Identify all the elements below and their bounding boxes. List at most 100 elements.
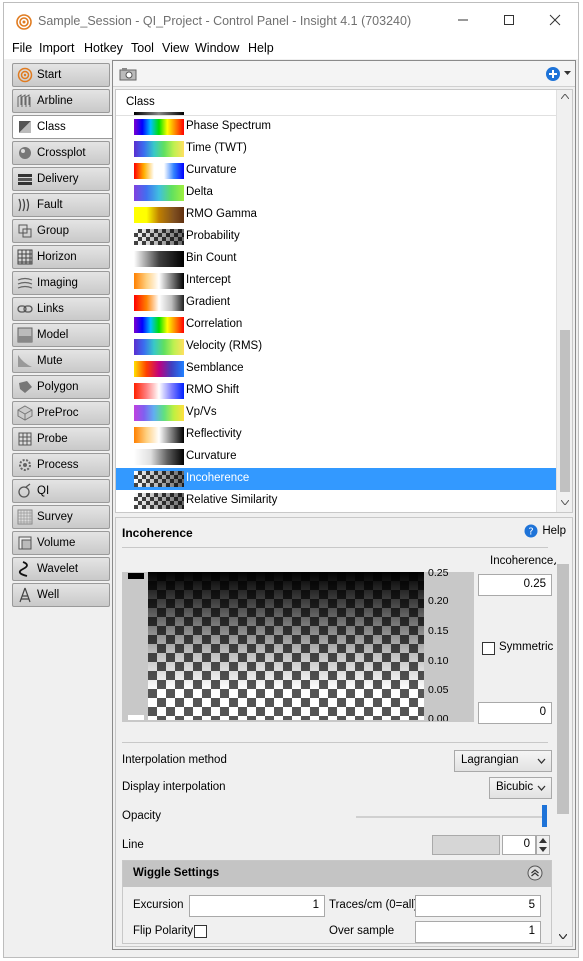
spin-up-icon[interactable]: [539, 838, 547, 843]
list-item[interactable]: Vp/Vs: [116, 402, 556, 424]
tab-label: Horizon: [37, 251, 77, 263]
list-item[interactable]: Incoherence: [116, 468, 556, 490]
line-width-spinner[interactable]: [536, 835, 550, 855]
separator: [122, 742, 548, 743]
menu-hotkey[interactable]: Hotkey: [84, 41, 123, 55]
list-item[interactable]: Velocity (RMS): [116, 336, 556, 358]
tab-volume[interactable]: Volume: [12, 531, 110, 555]
menu-view[interactable]: View: [162, 41, 189, 55]
max-value-input[interactable]: 0.25: [478, 574, 552, 596]
menu-file[interactable]: File: [12, 41, 32, 55]
list-item[interactable]: Delta: [116, 182, 556, 204]
tab-delivery[interactable]: Delivery: [12, 167, 110, 191]
ramp-handle-top[interactable]: [128, 573, 144, 579]
min-value-input[interactable]: 0: [478, 702, 552, 724]
list-item[interactable]: Curvature: [116, 446, 556, 468]
list-item[interactable]: Intercept: [116, 270, 556, 292]
color-ramp-swatch: [134, 273, 184, 289]
collapse-section-icon[interactable]: [527, 865, 543, 881]
list-item-label: Gradient: [186, 296, 231, 308]
add-icon[interactable]: [545, 66, 561, 82]
display-interpolation-select[interactable]: Bicubic: [489, 777, 552, 799]
tab-qi[interactable]: QI: [12, 479, 110, 503]
minimize-button[interactable]: [440, 3, 486, 37]
list-scroll-thumb[interactable]: [560, 330, 570, 492]
list-item[interactable]: Semblance: [116, 358, 556, 380]
volume-icon: [18, 536, 32, 550]
detail-scroll-thumb[interactable]: [557, 564, 569, 814]
tab-wavelet[interactable]: Wavelet: [12, 557, 110, 581]
mute-icon: [18, 355, 32, 367]
tab-crossplot[interactable]: Crossplot: [12, 141, 110, 165]
tab-label: Group: [37, 225, 69, 237]
traces-per-cm-input[interactable]: 5: [415, 895, 541, 917]
excursion-input[interactable]: 1: [189, 895, 325, 917]
ramp-name-label: Incoherence: [490, 555, 554, 567]
color-ramp-swatch: [134, 141, 184, 157]
list-item[interactable]: Correlation: [116, 314, 556, 336]
list-item[interactable]: Curvature: [116, 160, 556, 182]
tab-imaging[interactable]: Imaging: [12, 271, 110, 295]
dropdown-arrow-icon[interactable]: [564, 71, 571, 76]
opacity-slider-thumb[interactable]: [542, 805, 547, 827]
list-item[interactable]: Relative Similarity: [116, 490, 556, 512]
tab-start[interactable]: Start: [12, 63, 110, 87]
camera-icon[interactable]: [119, 67, 137, 81]
flip-polarity-checkbox[interactable]: [194, 925, 207, 938]
line-width-input[interactable]: 0: [502, 835, 536, 855]
process-icon: [19, 459, 31, 471]
class-icon: [19, 121, 31, 133]
tab-links[interactable]: Links: [12, 297, 110, 321]
list-item[interactable]: Bin Count: [116, 248, 556, 270]
menu-help[interactable]: Help: [248, 41, 274, 55]
tick-label: 0.10: [428, 655, 449, 667]
arbline-icon: [17, 94, 31, 107]
list-item-label: Time (TWT): [186, 142, 247, 154]
close-button[interactable]: [532, 3, 578, 37]
line-color-swatch[interactable]: [432, 835, 500, 855]
list-item[interactable]: RMO Gamma: [116, 204, 556, 226]
list-item[interactable]: RMO Shift: [116, 380, 556, 402]
list-item[interactable]: Probability: [116, 226, 556, 248]
menu-window[interactable]: Window: [195, 41, 239, 55]
scroll-down-icon[interactable]: [561, 500, 569, 505]
scroll-down-icon[interactable]: [559, 934, 567, 939]
opacity-slider-track[interactable]: [356, 816, 546, 818]
tab-fault[interactable]: Fault: [12, 193, 110, 217]
scroll-up-icon[interactable]: [561, 94, 569, 99]
tab-preproc[interactable]: PreProc: [12, 401, 110, 425]
help-button[interactable]: ? Help: [524, 524, 566, 538]
symmetric-checkbox[interactable]: [482, 642, 495, 655]
over-sample-input[interactable]: 1: [415, 921, 541, 943]
tab-arbline[interactable]: Arbline: [12, 89, 110, 113]
display-interpolation-label: Display interpolation: [122, 781, 226, 793]
tab-model[interactable]: Model: [12, 323, 110, 347]
tab-well[interactable]: Well: [12, 583, 110, 607]
spin-down-icon[interactable]: [539, 847, 547, 852]
detail-scrollbar[interactable]: [556, 554, 570, 944]
tab-horizon[interactable]: Horizon: [12, 245, 110, 269]
chevron-down-icon: [537, 758, 546, 764]
ramp-handle-bottom[interactable]: [128, 715, 144, 720]
list-item[interactable]: Gradient: [116, 292, 556, 314]
tab-probe[interactable]: Probe: [12, 427, 110, 451]
tab-process[interactable]: Process: [12, 453, 110, 477]
tab-mute[interactable]: Mute: [12, 349, 110, 373]
interpolation-method-select[interactable]: Lagrangian: [454, 750, 552, 772]
list-item[interactable]: Phase Spectrum: [116, 116, 556, 138]
menu-import[interactable]: Import: [39, 41, 74, 55]
list-item-label: Phase Spectrum: [186, 120, 272, 132]
tab-group[interactable]: Group: [12, 219, 110, 243]
tab-polygon[interactable]: Polygon: [12, 375, 110, 399]
svg-text:?: ?: [529, 527, 534, 538]
list-item[interactable]: Time (TWT): [116, 138, 556, 160]
menu-tool[interactable]: Tool: [131, 41, 154, 55]
tab-class[interactable]: Class: [12, 115, 114, 139]
list-item[interactable]: Reflectivity: [116, 424, 556, 446]
wiggle-settings-header[interactable]: Wiggle Settings: [123, 861, 551, 887]
ramp-handle-track[interactable]: [126, 574, 146, 718]
maximize-button[interactable]: [486, 3, 532, 37]
separator: [122, 547, 548, 548]
list-scrollbar[interactable]: [556, 90, 572, 512]
tab-survey[interactable]: Survey: [12, 505, 110, 529]
